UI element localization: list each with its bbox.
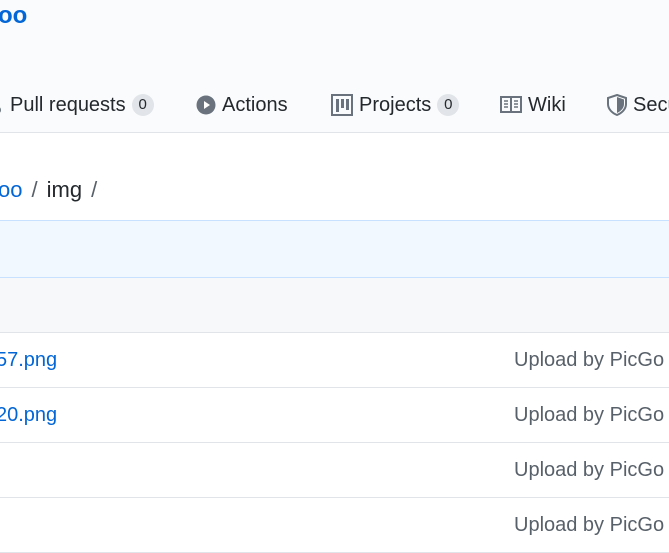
latest-commit-bar [0,220,669,278]
commit-message-link[interactable]: Upload by PicGo [514,443,664,497]
tab-label: Projects [359,93,432,116]
shield-icon [607,94,627,116]
repo-header: oo Pull requests 0 Actions Projects 0 Wi… [0,0,669,133]
pull-request-icon [0,95,4,115]
tab-security[interactable]: Secu [607,88,669,122]
breadcrumb-repo-link[interactable]: oo [0,177,22,203]
tab-label: Wiki [528,93,566,116]
tab-label: Actions [222,93,288,116]
file-row: Upload by PicGo [0,498,669,553]
commit-message-link[interactable]: Upload by PicGo [514,333,664,387]
breadcrumb: oo / img / [0,174,106,206]
tab-wiki[interactable]: Wiki [500,88,566,122]
play-icon [196,95,216,115]
tab-label: Pull requests [10,93,126,116]
commit-message-link[interactable]: Upload by PicGo [514,388,664,442]
project-icon [331,94,353,116]
breadcrumb-separator: / [91,177,98,202]
tab-actions[interactable]: Actions [196,88,288,122]
file-list-header [0,278,669,333]
tab-label: Secu [633,93,669,116]
repo-name-link[interactable]: oo [0,2,27,30]
tab-pull-requests[interactable]: Pull requests 0 [0,88,154,122]
tab-projects[interactable]: Projects 0 [331,88,460,122]
breadcrumb-current-folder: img [46,177,83,202]
file-name-link[interactable]: 57.png [0,333,57,387]
file-row: 57.png Upload by PicGo [0,333,669,388]
projects-counter: 0 [437,94,460,116]
book-icon [500,96,522,114]
file-row: 20.png Upload by PicGo [0,388,669,443]
file-row: Upload by PicGo [0,443,669,498]
commit-message-link[interactable]: Upload by PicGo [514,498,664,552]
pull-requests-counter: 0 [131,94,154,116]
file-name-link[interactable]: 20.png [0,388,57,442]
breadcrumb-separator: / [31,177,38,202]
